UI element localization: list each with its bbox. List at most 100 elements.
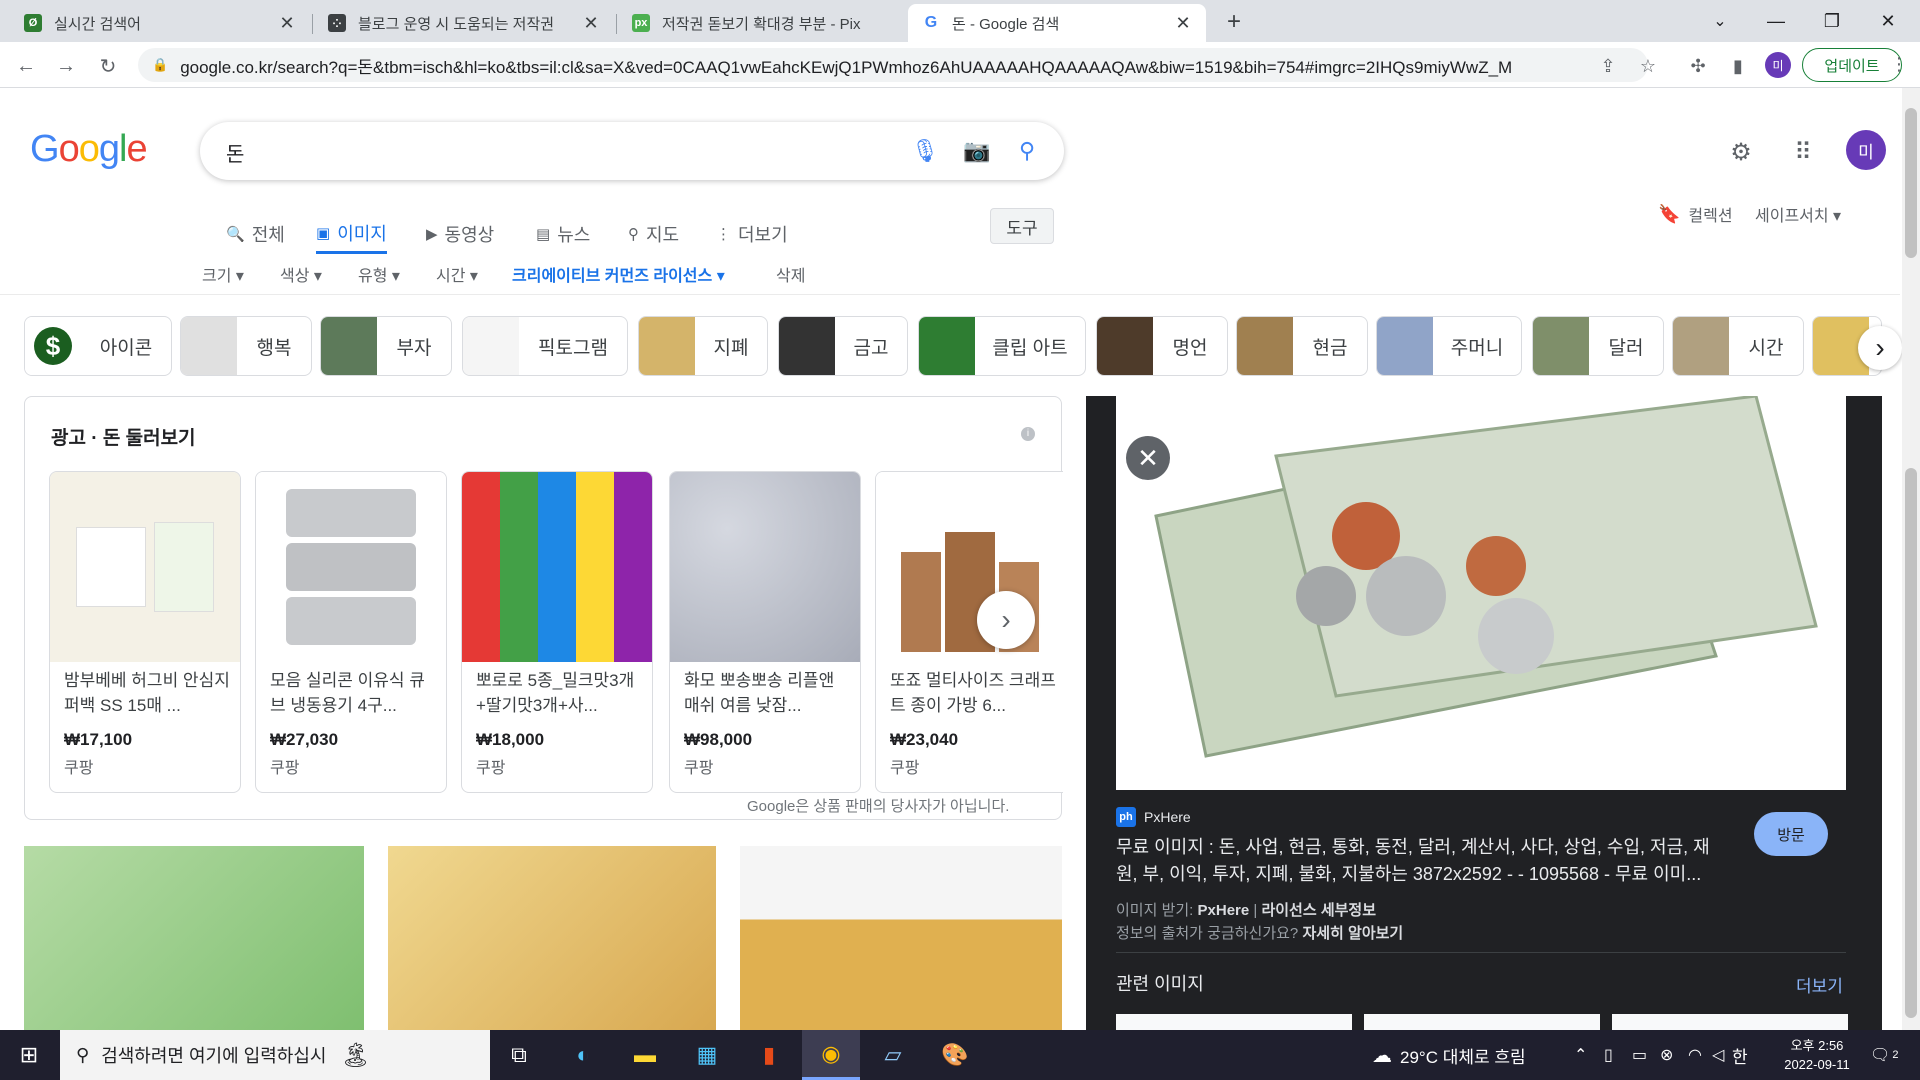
- reload-icon[interactable]: ↻: [92, 50, 124, 82]
- browser-tab-1[interactable]: ⁘ 블로그 운영 시 도움되는 저작권 ✕: [314, 4, 614, 42]
- page-scrollbar[interactable]: [1902, 88, 1920, 1030]
- panel-scrollbar-thumb[interactable]: [1905, 468, 1917, 1018]
- ad-item[interactable]: 또죠 멀티사이즈 크래프트 종이 가방 6... ₩23,040 쿠팡: [875, 471, 1063, 793]
- minimize-icon[interactable]: —: [1748, 0, 1804, 42]
- forward-icon[interactable]: →: [50, 50, 82, 82]
- tab-more[interactable]: ⋮ 더보기: [716, 214, 788, 254]
- related-chip[interactable]: 지폐: [638, 316, 768, 376]
- close-preview-icon[interactable]: ✕: [1126, 436, 1170, 480]
- ad-item[interactable]: 밤부베베 허그비 안심지퍼백 SS 15매 ... ₩17,100 쿠팡: [49, 471, 241, 793]
- extensions-icon[interactable]: ✣: [1684, 52, 1712, 80]
- filter-creative-commons[interactable]: 크리에이티브 커먼즈 라이선스 ▾: [512, 262, 725, 286]
- lens-camera-icon[interactable]: 📷: [962, 136, 992, 166]
- tab-maps[interactable]: ⚲ 지도: [628, 214, 679, 254]
- related-chip[interactable]: 주머니: [1376, 316, 1522, 376]
- filter-time[interactable]: 시간 ▾: [436, 262, 478, 286]
- tab-all[interactable]: 🔍 전체: [226, 214, 285, 254]
- result-image[interactable]: [388, 846, 716, 1030]
- notepad-icon[interactable]: ▱: [864, 1030, 922, 1080]
- close-tab-icon[interactable]: ✕: [278, 13, 296, 34]
- learn-more-link[interactable]: 자세히 알아보기: [1302, 925, 1403, 942]
- close-window-icon[interactable]: ✕: [1860, 0, 1916, 42]
- ime-indicator[interactable]: 한: [1732, 1030, 1748, 1080]
- browser-tab-0[interactable]: Ø 실시간 검색어 ✕: [10, 4, 310, 42]
- related-chip[interactable]: 금고: [778, 316, 908, 376]
- browser-tab-active[interactable]: G 돈 - Google 검색 ✕: [908, 4, 1206, 42]
- tray-display-icon[interactable]: ▭: [1632, 1030, 1647, 1080]
- office-icon[interactable]: ▮: [740, 1030, 798, 1080]
- file-explorer-icon[interactable]: ▬: [616, 1030, 674, 1080]
- restore-icon[interactable]: ❐: [1804, 0, 1860, 42]
- bookmark-star-icon[interactable]: ☆: [1634, 52, 1662, 80]
- preview-title[interactable]: 무료 이미지 : 돈, 사업, 현금, 통화, 동전, 달러, 계산서, 사다,…: [1116, 834, 1726, 888]
- volume-icon[interactable]: ◁: [1712, 1030, 1724, 1080]
- windows-start-icon[interactable]: ⊞: [0, 1030, 58, 1080]
- search-icon[interactable]: ⚲: [1012, 136, 1042, 166]
- ad-info-icon[interactable]: i: [1021, 427, 1035, 441]
- tab-images[interactable]: ▣ 이미지: [316, 214, 387, 254]
- new-tab-icon[interactable]: +: [1218, 6, 1250, 38]
- license-source-link[interactable]: PxHere: [1198, 902, 1250, 919]
- google-logo[interactable]: Google: [30, 128, 148, 171]
- browser-tab-2[interactable]: px 저작권 돋보기 확대경 부분 - Pix: [618, 4, 906, 42]
- back-icon[interactable]: ←: [10, 50, 42, 82]
- tray-mute-icon[interactable]: ⊗: [1660, 1030, 1673, 1080]
- tray-device-icon[interactable]: ▯: [1604, 1030, 1613, 1080]
- related-chip[interactable]: 달러: [1532, 316, 1664, 376]
- collections-button[interactable]: 🔖 컬렉션: [1658, 202, 1733, 226]
- visit-button[interactable]: 방문: [1754, 812, 1828, 856]
- filter-clear[interactable]: 삭제: [776, 262, 805, 286]
- tab-videos[interactable]: ▶ 동영상: [426, 214, 494, 254]
- related-image[interactable]: [1612, 1014, 1848, 1030]
- browser-menu-icon[interactable]: ⋮: [1890, 54, 1908, 75]
- chips-next-chevron-icon[interactable]: ›: [1858, 326, 1902, 370]
- related-chip[interactable]: $ 아이콘: [24, 316, 172, 376]
- notification-center-icon[interactable]: 🗨 2: [1870, 1030, 1898, 1080]
- source-name[interactable]: PxHere: [1144, 809, 1191, 825]
- related-more-link[interactable]: 더보기: [1796, 972, 1843, 997]
- result-image[interactable]: [740, 846, 1062, 1030]
- taskbar-clock[interactable]: 오후 2:56 2022-09-11: [1762, 1036, 1872, 1074]
- license-details-link[interactable]: 라이선스 세부정보: [1261, 902, 1376, 919]
- related-chip[interactable]: 행복: [180, 316, 312, 376]
- search-box[interactable]: 돈 🎙 📷 ⚲: [200, 122, 1064, 180]
- related-chip[interactable]: 현금: [1236, 316, 1368, 376]
- task-view-icon[interactable]: ⧉: [490, 1030, 548, 1080]
- close-tab-icon[interactable]: ✕: [582, 13, 600, 34]
- scrollbar-thumb[interactable]: [1905, 108, 1917, 258]
- taskbar-search-box[interactable]: ⚲ 검색하려면 여기에 입력하십시 🏝: [60, 1030, 490, 1080]
- result-image[interactable]: [24, 846, 364, 1030]
- related-chip[interactable]: 시간: [1672, 316, 1804, 376]
- tab-search-icon[interactable]: ⌄: [1692, 0, 1748, 42]
- filter-color[interactable]: 색상 ▾: [280, 262, 322, 286]
- share-icon[interactable]: ⇪: [1594, 52, 1622, 80]
- related-chip[interactable]: 부자: [320, 316, 452, 376]
- browser-profile-avatar[interactable]: 미: [1765, 52, 1791, 78]
- filter-type[interactable]: 유형 ▾: [358, 262, 400, 286]
- ad-item[interactable]: 모음 실리콘 이유식 큐브 냉동용기 4구... ₩27,030 쿠팡: [255, 471, 447, 793]
- voice-search-icon[interactable]: 🎙: [910, 136, 940, 166]
- search-input[interactable]: 돈: [226, 138, 244, 167]
- account-avatar[interactable]: 미: [1846, 130, 1886, 170]
- ad-item[interactable]: 화모 뽀송뽀송 리플앤 매쉬 여름 낮잠... ₩98,000 쿠팡: [669, 471, 861, 793]
- tray-chevron-icon[interactable]: ⌃: [1574, 1030, 1587, 1080]
- apps-grid-icon[interactable]: ⠿: [1786, 135, 1820, 169]
- related-image[interactable]: [1116, 1014, 1352, 1030]
- chrome-icon[interactable]: ◉: [802, 1030, 860, 1080]
- tab-news[interactable]: ▤ 뉴스: [536, 214, 590, 254]
- address-bar[interactable]: 🔒 google.co.kr/search?q=돈&tbm=isch&hl=ko…: [138, 48, 1648, 82]
- related-image[interactable]: [1364, 1014, 1600, 1030]
- related-chip[interactable]: 클립 아트: [918, 316, 1086, 376]
- ad-item[interactable]: 뽀로로 5종_밀크맛3개+딸기맛3개+사... ₩18,000 쿠팡: [461, 471, 653, 793]
- weather-widget[interactable]: ☁ 29°C 대체로 흐림: [1372, 1030, 1526, 1080]
- filter-size[interactable]: 크기 ▾: [202, 262, 244, 286]
- preview-image[interactable]: [1116, 396, 1846, 790]
- close-tab-icon[interactable]: ✕: [1174, 13, 1192, 34]
- wifi-icon[interactable]: ◠: [1688, 1030, 1702, 1080]
- ads-next-chevron-icon[interactable]: ›: [977, 591, 1035, 649]
- edge-icon[interactable]: ◐: [554, 1030, 612, 1080]
- store-icon[interactable]: ▦: [678, 1030, 736, 1080]
- tools-button[interactable]: 도구: [990, 208, 1054, 244]
- related-chip[interactable]: 명언: [1096, 316, 1228, 376]
- update-button[interactable]: 업데이트: [1802, 48, 1902, 82]
